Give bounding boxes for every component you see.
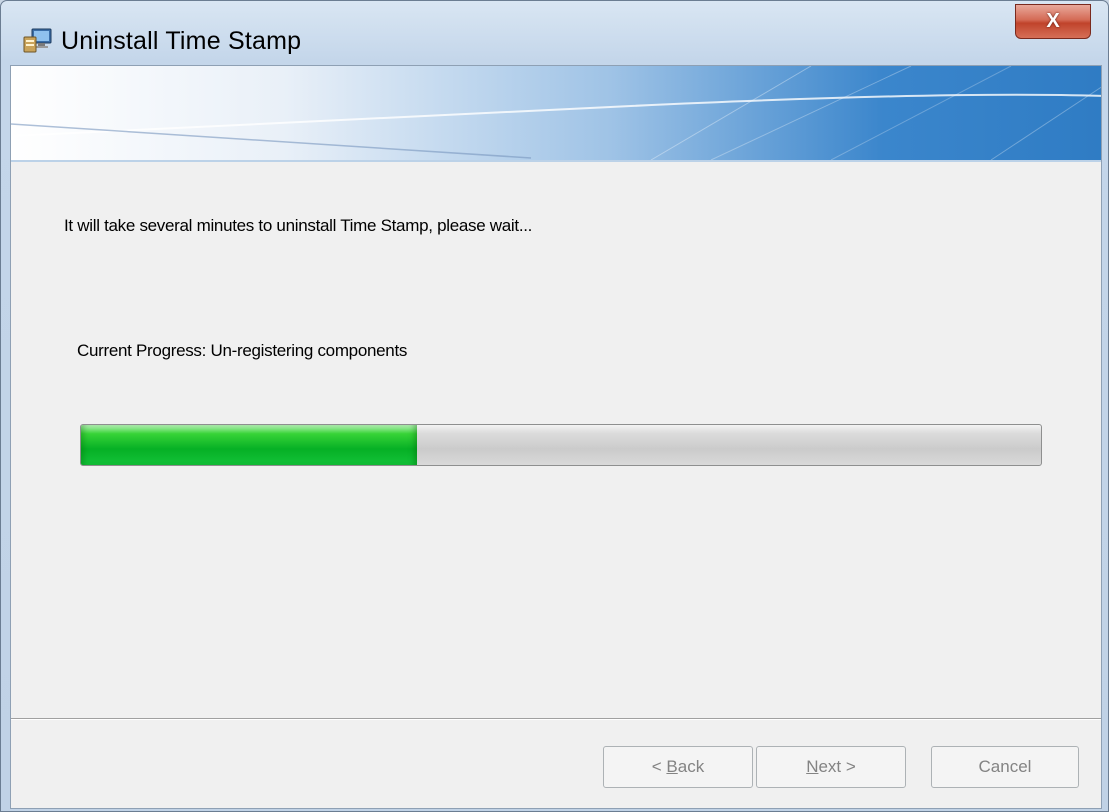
next-button-suffix: >: [841, 757, 856, 776]
back-button-mnemonic: B: [666, 757, 678, 776]
banner-divider: [11, 160, 1101, 162]
next-button-rest: ext: [818, 757, 842, 776]
progress-bar-fill: [81, 425, 417, 465]
dialog-client-area: It will take several minutes to uninstal…: [10, 65, 1102, 809]
cancel-button[interactable]: Cancel: [931, 746, 1079, 788]
cancel-button-label: Cancel: [978, 757, 1032, 776]
header-banner: [11, 66, 1101, 160]
title-bar[interactable]: Uninstall Time Stamp X: [1, 1, 1108, 65]
progress-bar: [80, 424, 1042, 466]
dialog-window: Uninstall Time Stamp X It will take seve…: [0, 0, 1109, 812]
back-button-prefix: <: [651, 757, 667, 776]
installer-computer-icon: [23, 28, 53, 54]
back-button-rest: ack: [677, 757, 705, 776]
next-button-mnemonic: N: [806, 757, 819, 776]
button-separator: [11, 718, 1101, 720]
window-title: Uninstall Time Stamp: [61, 27, 302, 55]
status-message: It will take several minutes to uninstal…: [64, 216, 533, 235]
progress-label: Current Progress: Un-registering compone…: [77, 341, 408, 360]
close-button[interactable]: X: [1015, 4, 1091, 39]
next-button[interactable]: Next >: [756, 746, 906, 788]
close-icon: X: [1046, 10, 1060, 32]
back-button[interactable]: < Back: [603, 746, 753, 788]
